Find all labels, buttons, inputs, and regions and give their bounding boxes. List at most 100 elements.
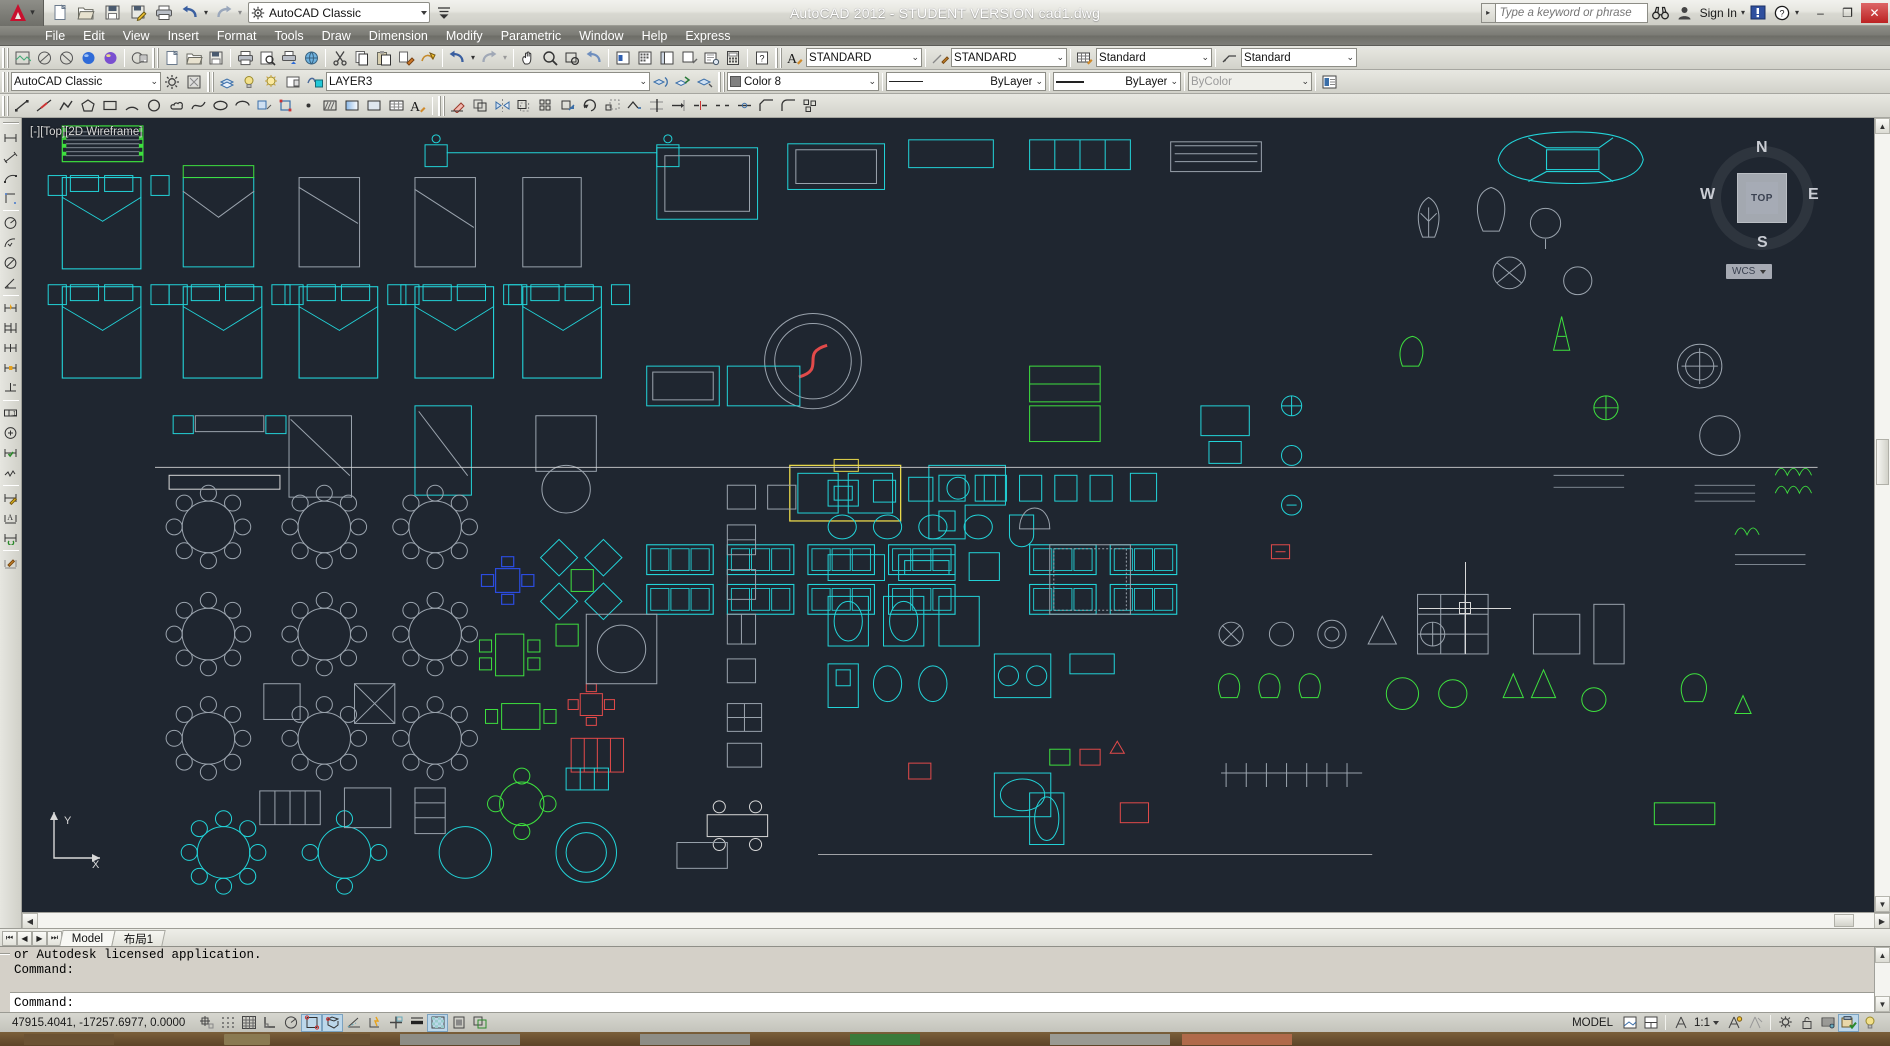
taskbar-item[interactable] <box>1182 1034 1292 1045</box>
toolbar-grip-draw[interactable] <box>2 96 9 116</box>
isolate-objects-icon[interactable] <box>1838 1014 1859 1032</box>
mtext-icon[interactable]: A <box>407 95 429 116</box>
hardware-acceleration-icon[interactable] <box>1817 1014 1838 1032</box>
menu-view[interactable]: View <box>114 28 159 44</box>
inspection-icon[interactable] <box>1 443 21 463</box>
chevron-down-icon[interactable]: ⌄ <box>1056 52 1064 63</box>
radius-dimension-icon[interactable] <box>1 213 21 233</box>
ucs-selector[interactable]: WCS <box>1726 264 1772 279</box>
menu-format[interactable]: Format <box>208 28 266 44</box>
command-scrollbar[interactable]: ▲ ▼ <box>1874 947 1890 1012</box>
compass-west-label[interactable]: W <box>1700 186 1715 204</box>
qat-customize-icon[interactable] <box>432 2 456 24</box>
open-icon[interactable] <box>74 2 98 24</box>
help-icon[interactable]: ? <box>1771 3 1793 23</box>
horizontal-scroll-thumb[interactable] <box>1834 914 1854 927</box>
region-icon[interactable] <box>363 95 385 116</box>
edit-dimension-text-icon[interactable]: A <box>1 508 21 528</box>
taskbar-item[interactable] <box>1050 1034 1170 1045</box>
viewport-split-icon[interactable] <box>1640 1014 1661 1032</box>
redo-dropdown-icon[interactable]: ▾ <box>238 8 242 17</box>
lineweight-selector[interactable]: ByLayer ⌄ <box>1053 72 1181 91</box>
dimension-space-icon[interactable] <box>1 358 21 378</box>
command-history[interactable]: or Autodesk licensed application. Comman… <box>10 947 1874 992</box>
join-icon[interactable] <box>733 95 755 116</box>
menu-file[interactable]: File <box>36 28 74 44</box>
continue-dimension-icon[interactable] <box>1 338 21 358</box>
spline-icon[interactable] <box>187 95 209 116</box>
workspace-settings-icon[interactable] <box>161 71 183 92</box>
annotation-scale-icon[interactable] <box>1670 1014 1691 1032</box>
chevron-down-icon[interactable]: ⌄ <box>639 76 647 87</box>
save-icon[interactable] <box>100 2 124 24</box>
linear-dimension-icon[interactable] <box>1 128 21 148</box>
plot-preview-icon[interactable] <box>256 47 278 68</box>
close-button[interactable]: ✕ <box>1861 3 1888 23</box>
horizontal-scroll-track[interactable] <box>38 913 1874 928</box>
taskbar-item[interactable] <box>310 1034 370 1045</box>
edit-dimension-icon[interactable] <box>1 488 21 508</box>
calculator-icon[interactable] <box>722 47 744 68</box>
menu-dimension[interactable]: Dimension <box>360 28 437 44</box>
polar-tracking-toggle[interactable] <box>280 1014 301 1032</box>
open-file-icon[interactable] <box>183 47 205 68</box>
chevron-down-icon[interactable]: ⌄ <box>1201 52 1209 63</box>
layer-selector[interactable]: LAYER3 ⌄ <box>326 72 650 91</box>
dynamic-input-toggle[interactable] <box>385 1014 406 1032</box>
infocenter-search[interactable]: ▸ <box>1481 3 1648 23</box>
binoculars-icon[interactable] <box>1650 3 1672 23</box>
help-toolbar-icon[interactable]: ? <box>751 47 773 68</box>
zoom-realtime-icon[interactable] <box>539 47 561 68</box>
shade-icon[interactable] <box>55 47 77 68</box>
rectangle-icon[interactable] <box>99 95 121 116</box>
designcenter-icon[interactable] <box>634 47 656 68</box>
extend-icon[interactable] <box>667 95 689 116</box>
erase-icon[interactable] <box>447 95 469 116</box>
zoom-window-icon[interactable] <box>561 47 583 68</box>
model-space-label[interactable]: MODEL <box>1566 1017 1619 1029</box>
jogged-dimension-icon[interactable] <box>1 233 21 253</box>
restore-button[interactable]: ❐ <box>1834 3 1861 23</box>
layer-on-icon[interactable] <box>238 71 260 92</box>
toolbar-grip-layers[interactable] <box>207 72 214 92</box>
pan-icon[interactable] <box>517 47 539 68</box>
baseline-dimension-icon[interactable] <box>1 318 21 338</box>
break-icon[interactable] <box>711 95 733 116</box>
menu-draw[interactable]: Draw <box>313 28 360 44</box>
match-properties-icon[interactable] <box>395 47 417 68</box>
layer-freeze-icon[interactable] <box>260 71 282 92</box>
toolbar-grip-2[interactable] <box>152 48 159 68</box>
vertical-scrollbar[interactable]: ▲ ▼ <box>1874 118 1890 912</box>
snap-mode-toggle[interactable] <box>196 1014 217 1032</box>
chevron-down-icon[interactable]: ⌄ <box>1035 76 1043 87</box>
color-selector[interactable]: Color 8 ⌄ <box>727 72 879 91</box>
circle-icon[interactable] <box>143 95 165 116</box>
help-dropdown-icon[interactable]: ▾ <box>1795 8 1799 17</box>
render-window-icon[interactable] <box>128 47 150 68</box>
toolbar-grip-dimension[interactable] <box>3 120 19 126</box>
polyline-icon[interactable] <box>55 95 77 116</box>
user-account-icon[interactable] <box>1674 3 1696 23</box>
quick-dimension-icon[interactable] <box>1 298 21 318</box>
save-file-icon[interactable] <box>205 47 227 68</box>
construction-line-icon[interactable] <box>33 95 55 116</box>
properties-palette-icon[interactable] <box>612 47 634 68</box>
menu-insert[interactable]: Insert <box>159 28 208 44</box>
menu-window[interactable]: Window <box>570 28 632 44</box>
aligned-dimension-icon[interactable] <box>1 148 21 168</box>
move-icon[interactable] <box>557 95 579 116</box>
transparency-toggle[interactable] <box>427 1014 448 1032</box>
layer-plot-icon[interactable] <box>304 71 326 92</box>
chevron-down-icon[interactable]: ⌄ <box>150 76 158 87</box>
vertical-scroll-track[interactable] <box>1875 134 1890 896</box>
lineweight-toggle[interactable] <box>406 1014 427 1032</box>
undo-list-icon[interactable]: ▾ <box>471 53 475 62</box>
paste-icon[interactable] <box>373 47 395 68</box>
table-style-selector[interactable]: Standard ⌄ <box>1096 48 1212 67</box>
dim-style-icon[interactable] <box>929 47 951 68</box>
hatch-icon[interactable] <box>319 95 341 116</box>
line-icon[interactable] <box>11 95 33 116</box>
vertical-scroll-thumb[interactable] <box>1876 439 1889 485</box>
text-style-selector[interactable]: STANDARD ⌄ <box>806 48 922 67</box>
undo-dropdown-icon[interactable]: ▾ <box>204 8 208 17</box>
